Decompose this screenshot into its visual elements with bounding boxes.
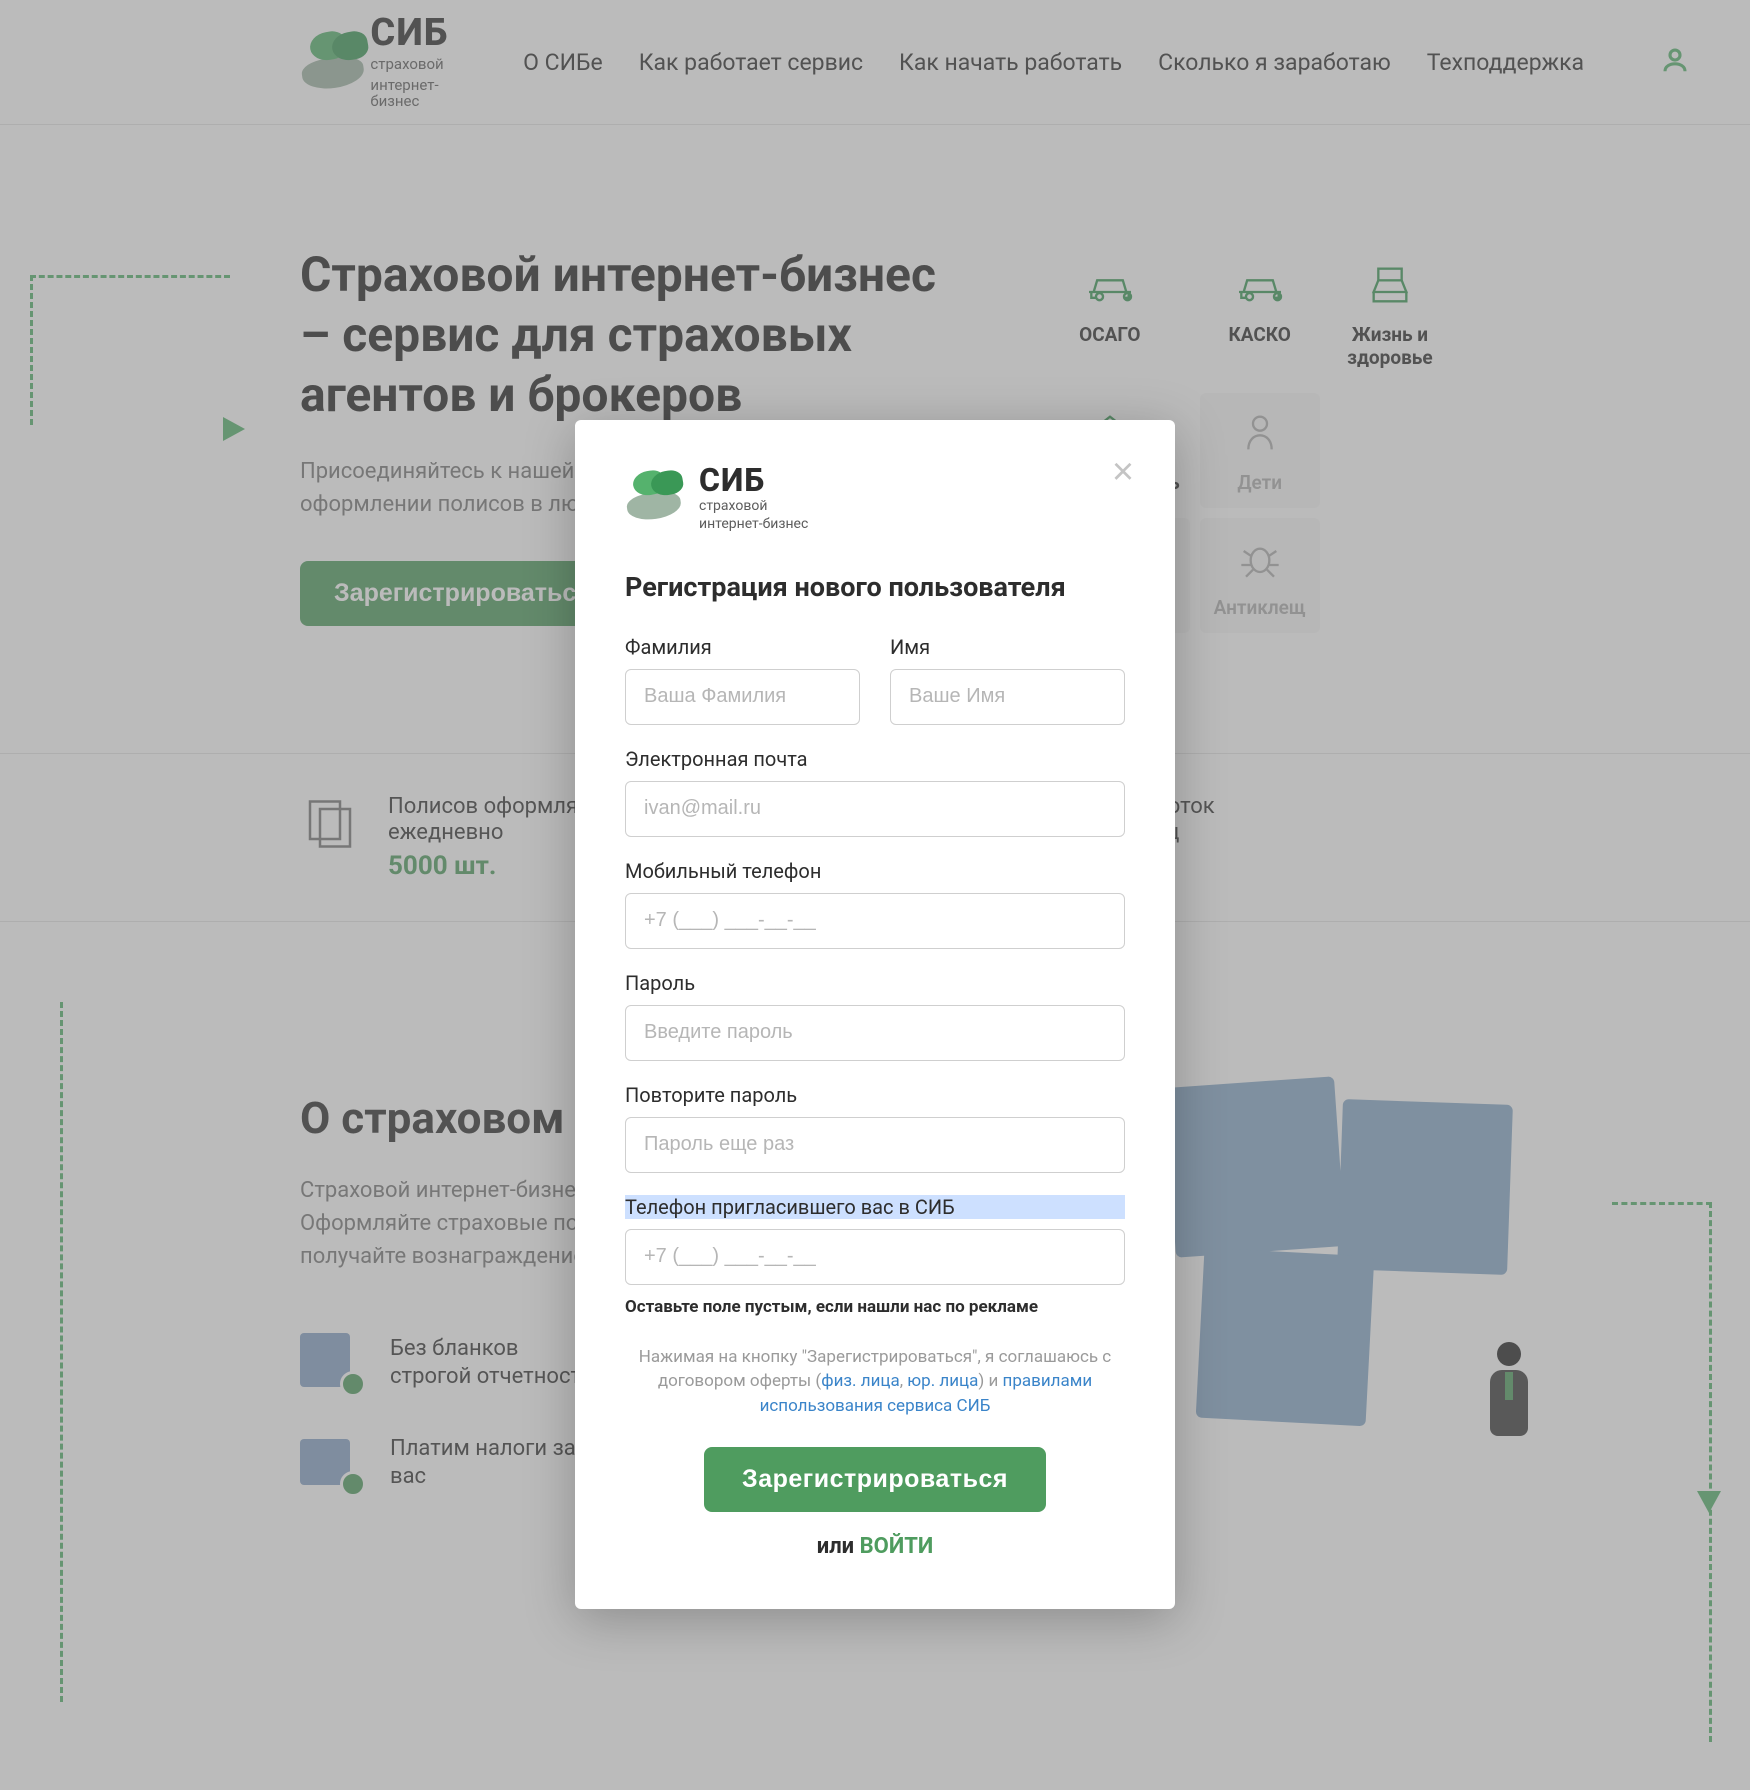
referrer-label: Телефон пригласившего вас в СИБ (625, 1195, 1125, 1219)
referrer-input[interactable] (625, 1229, 1125, 1285)
lastname-label: Фамилия (625, 635, 860, 659)
password-input[interactable] (625, 1005, 1125, 1061)
referrer-hint: Оставьте поле пустым, если нашли нас по … (625, 1297, 1125, 1317)
offer-individual-link[interactable]: физ. лица (821, 1371, 899, 1391)
login-line: или войти (625, 1534, 1125, 1559)
login-link[interactable]: войти (860, 1534, 934, 1559)
brand-tag-2: интернет-бизнес (699, 517, 808, 532)
modal-logo: СИБ страховой интернет-бизнес (625, 464, 1125, 533)
submit-button[interactable]: Зарегистрироваться (704, 1447, 1046, 1512)
close-icon[interactable]: × (1105, 454, 1141, 490)
modal-overlay[interactable]: × СИБ страховой интернет-бизнес Регистра… (0, 0, 1750, 1790)
phone-label: Мобильный телефон (625, 859, 1125, 883)
offer-legal-link[interactable]: юр. лица (907, 1371, 978, 1391)
lastname-input[interactable] (625, 669, 860, 725)
brand-tag-1: страховой (699, 499, 808, 514)
firstname-label: Имя (890, 635, 1125, 659)
consent-text: Нажимая на кнопку "Зарегистрироваться", … (625, 1345, 1125, 1419)
email-label: Электронная почта (625, 747, 1125, 771)
modal-title: Регистрация нового пользователя (625, 571, 1125, 603)
firstname-input[interactable] (890, 669, 1125, 725)
password2-input[interactable] (625, 1117, 1125, 1173)
password-label: Пароль (625, 971, 1125, 995)
email-input[interactable] (625, 781, 1125, 837)
registration-modal: × СИБ страховой интернет-бизнес Регистра… (575, 420, 1175, 1609)
password2-label: Повторите пароль (625, 1083, 1125, 1107)
phone-input[interactable] (625, 893, 1125, 949)
brand-name: СИБ (699, 464, 808, 496)
brand-logo-icon (625, 471, 687, 526)
